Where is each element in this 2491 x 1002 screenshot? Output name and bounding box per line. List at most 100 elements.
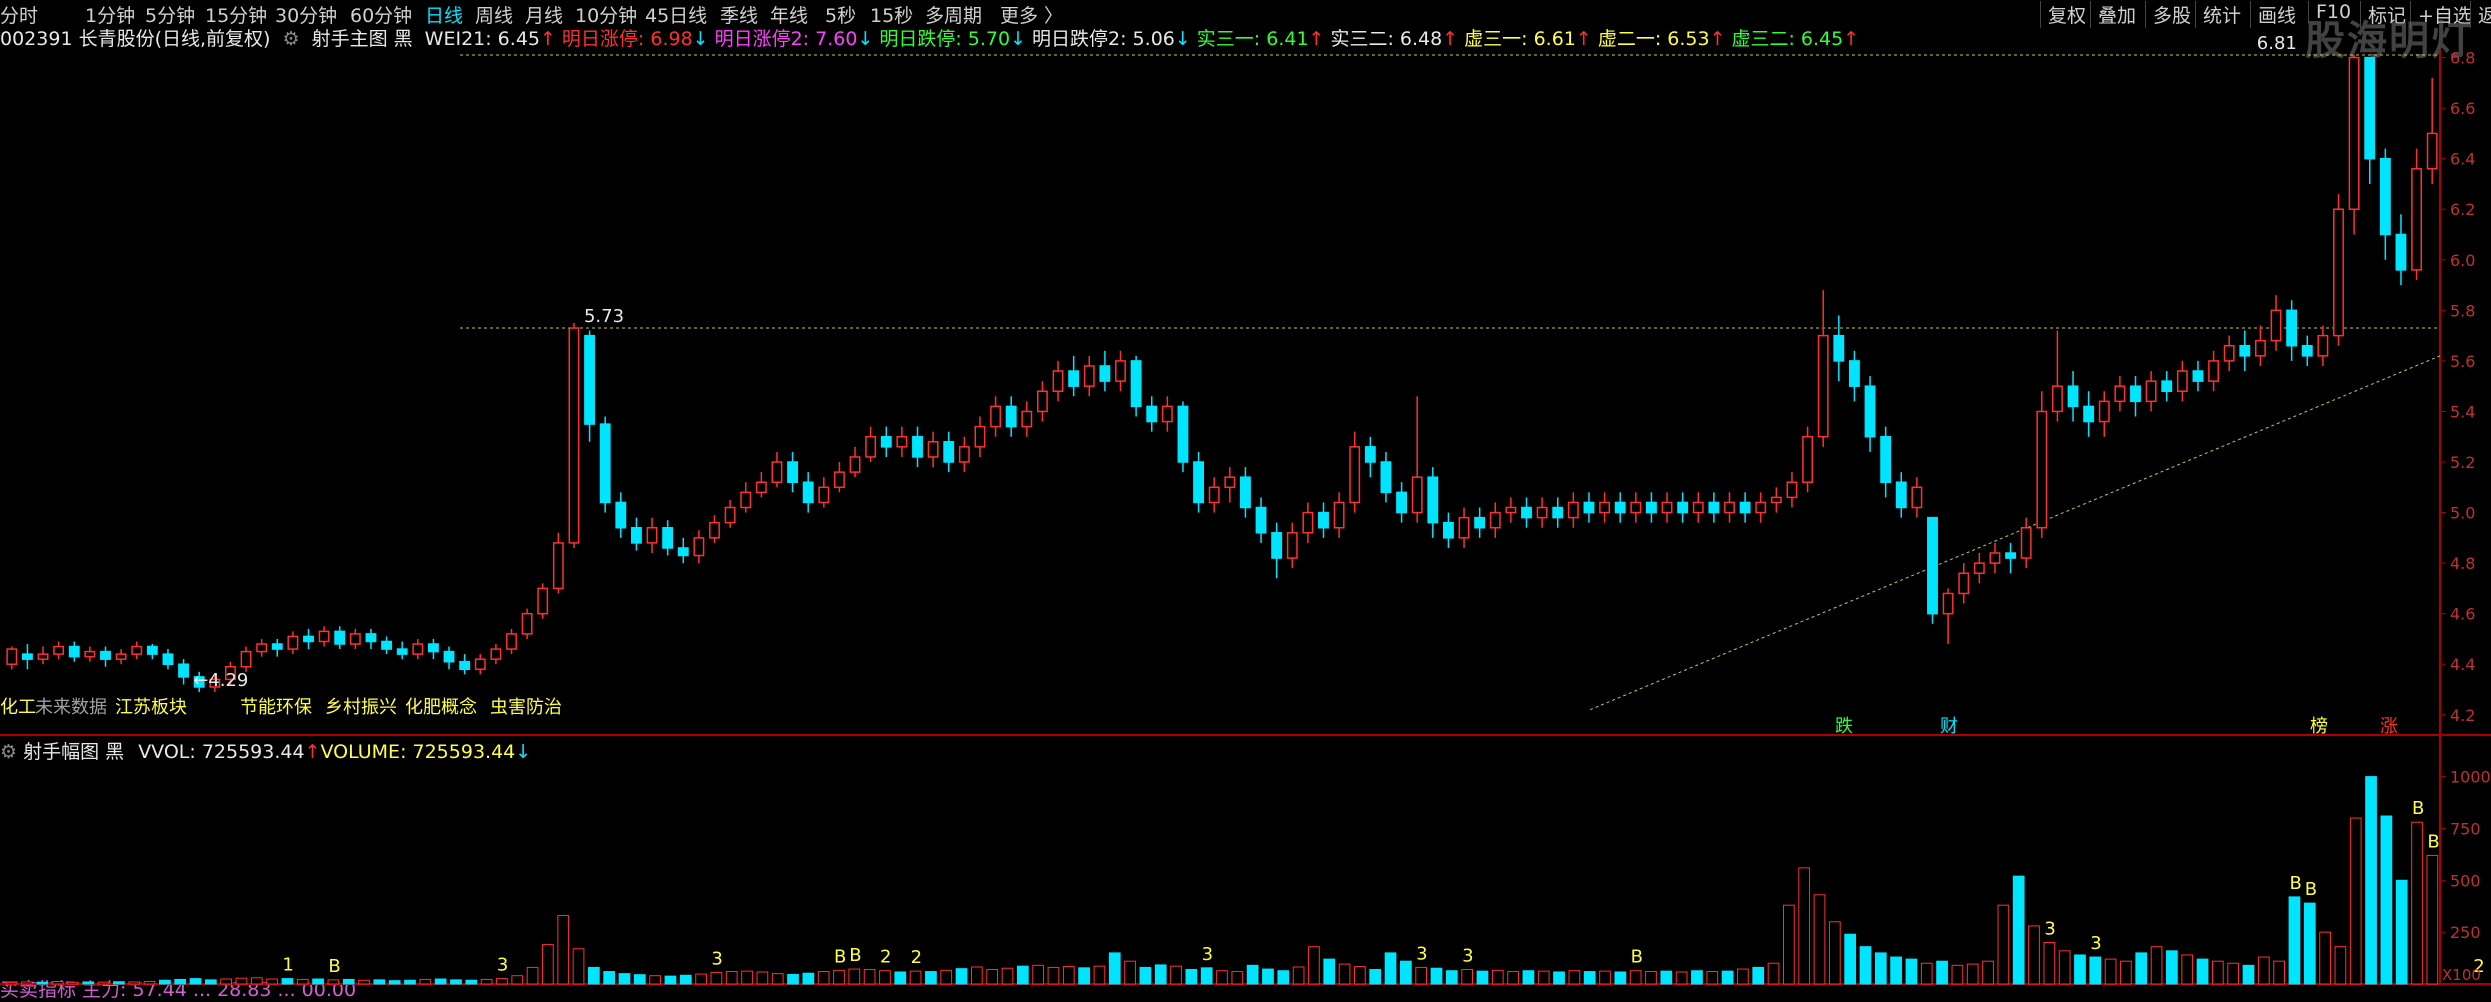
volume-bar (67, 981, 79, 985)
volume-signal-label: B (2289, 873, 2301, 894)
candle-body (2317, 334, 2329, 357)
candle-body (1739, 501, 1751, 514)
volume-bar (434, 978, 447, 985)
volume-bar (633, 974, 646, 985)
candle-body (1427, 476, 1439, 524)
volume-bar (1537, 970, 1550, 985)
volume-bar (250, 977, 263, 985)
volume-bar (2104, 958, 2117, 985)
sector-tag: 乡村振兴 (325, 697, 397, 718)
price-tick-label: 6.2 (2450, 200, 2475, 219)
volume-bar (159, 979, 171, 985)
candle-body (1333, 501, 1345, 529)
volume-bar (2319, 931, 2331, 985)
volume-bar (2242, 964, 2255, 985)
volume-bar (1553, 971, 1565, 985)
volume-bar (1614, 971, 1627, 985)
candle-body (1661, 501, 1673, 514)
sector-tag: 未来数据 (35, 697, 107, 718)
price-tick-label: 4.8 (2450, 554, 2475, 573)
candle-body (2286, 309, 2298, 347)
candle-body (1973, 562, 1985, 574)
volume-bar (2273, 960, 2285, 985)
event-marker: 财 (1940, 716, 1958, 737)
candle-body (880, 435, 892, 448)
candle-body (1302, 511, 1314, 534)
volume-bar (2043, 942, 2056, 985)
volume-bar (36, 981, 49, 985)
volume-bar (587, 966, 600, 985)
volume-bar (2411, 821, 2423, 985)
candle-body (2192, 370, 2204, 382)
volume-bar (2395, 879, 2408, 985)
volume-bar (296, 978, 309, 985)
volume-bar (327, 979, 340, 985)
candle-body (974, 425, 986, 448)
volume-bar (2211, 960, 2224, 985)
volume-bar (1691, 970, 1703, 985)
volume-bar (2380, 815, 2393, 985)
candle-body (1036, 390, 1048, 413)
candle-body (37, 653, 49, 660)
price-tick-label: 5.0 (2450, 504, 2475, 523)
candle-body (1411, 476, 1423, 514)
event-marker: 涨 (2380, 716, 2398, 737)
volume-signal-label: 2 (911, 947, 922, 968)
candle-body (474, 658, 486, 671)
volume-bar (955, 968, 968, 985)
volume-bar (1813, 894, 1826, 985)
volume-bar (925, 971, 937, 985)
candle-body (1224, 476, 1236, 489)
volume-bar (2334, 946, 2347, 985)
candle-body (1364, 446, 1376, 463)
volume-bar (526, 966, 539, 985)
candle-body (1380, 461, 1392, 494)
candle-body (1396, 491, 1408, 514)
volume-bar (695, 973, 707, 985)
candle-body (755, 481, 767, 494)
volume-bar (649, 975, 661, 985)
volume-signal-label: 3 (1416, 943, 1427, 964)
price-tick-label: 5.4 (2450, 402, 2475, 421)
volume-bar (572, 948, 585, 985)
candle-body (2333, 208, 2344, 337)
sector-tag: 化肥概念 (405, 696, 477, 718)
volume-bar (113, 981, 125, 985)
volume-bar (1966, 963, 1979, 985)
volume-bar (542, 944, 554, 985)
candle-body (1895, 481, 1907, 509)
candle-body (365, 633, 377, 643)
volume-signal-label: B (834, 946, 846, 967)
volume-bar (2058, 950, 2071, 985)
candle-body (2426, 132, 2438, 170)
volume-bar (1016, 965, 1029, 985)
volume-bar (1798, 867, 1811, 985)
volume-signal-label: 3 (2044, 919, 2055, 940)
volume-bar (971, 966, 983, 985)
stock-chart[interactable]: 4.2 4.4 4.6 4.8 5.0 5.2 5.4 5.6 5.8 6.0 6.2 6.4 6.6 6… (0, 0, 2491, 997)
price-tick-label: 4.6 (2450, 605, 2475, 624)
candle-body (1708, 501, 1720, 514)
volume-bar (1338, 963, 1351, 985)
candle-body (1083, 365, 1095, 387)
candle-body (1271, 532, 1283, 559)
candle-body (1927, 516, 1938, 615)
volume-signal-label: 2 (880, 947, 891, 968)
candle-body (1349, 446, 1361, 504)
candle-body (1458, 516, 1470, 539)
volume-bar (2349, 817, 2362, 985)
candle-body (1692, 501, 1704, 514)
volume-bar (480, 978, 493, 985)
candle-body (443, 650, 455, 663)
candle-body (2083, 405, 2095, 423)
volume-bar (817, 971, 830, 985)
candle-body (865, 435, 877, 458)
volume-bar (557, 915, 570, 985)
candle-body (2051, 385, 2063, 413)
volume-bar (1737, 968, 1749, 985)
volume-bar (2288, 896, 2301, 985)
candle-body (131, 645, 143, 655)
candle-body (1786, 481, 1798, 499)
candle-body (646, 526, 658, 544)
volume-signal-label: 3 (1462, 945, 1473, 966)
